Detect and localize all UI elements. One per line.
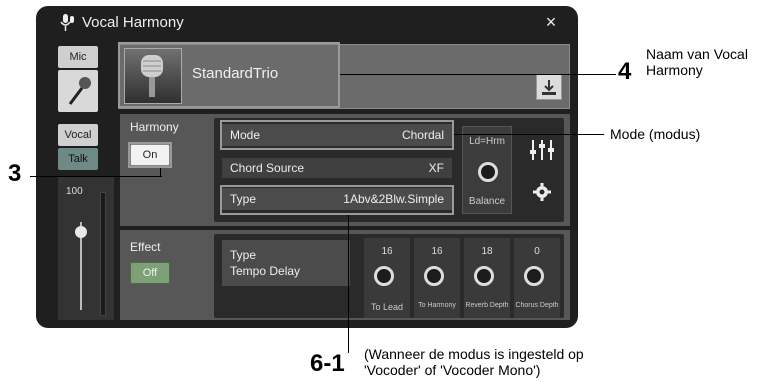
annotation-text-6-1-line1: (Wanneer de modus is ingesteld op (364, 346, 584, 362)
chord-source-row[interactable]: Chord Source XF (222, 158, 452, 178)
callout-box-4 (118, 42, 340, 108)
annotation-number-4: 4 (618, 58, 632, 85)
mic-tab[interactable]: Mic (58, 46, 98, 68)
to-harmony-value: 16 (431, 246, 443, 257)
window-title: Vocal Harmony (82, 14, 184, 31)
chorus-depth-value: 0 (534, 246, 540, 257)
leader-line-3 (30, 176, 162, 177)
leader-line-3b (160, 168, 161, 176)
reverb-depth-value: 18 (481, 246, 493, 257)
effect-type-label: Type (230, 248, 257, 262)
reverb-depth-param[interactable]: 18 Reverb Depth (464, 238, 510, 318)
harmony-label: Harmony (130, 120, 179, 134)
mixer-icon[interactable] (528, 136, 556, 164)
reverb-depth-knob[interactable] (474, 266, 494, 286)
effect-label: Effect (130, 240, 161, 254)
callout-box-3 (128, 142, 172, 168)
volume-slider-knob[interactable] (75, 226, 87, 238)
gear-icon[interactable] (532, 182, 552, 202)
annotation-number-3: 3 (8, 160, 22, 187)
balance-knob[interactable] (478, 162, 498, 182)
leader-line-6-1 (348, 215, 349, 353)
to-lead-param[interactable]: 16 To Lead (364, 238, 410, 318)
effect-toggle[interactable]: Off (130, 262, 170, 284)
chord-source-label: Chord Source (230, 161, 305, 175)
annotation-text-6-1-line2: 'Vocoder' of 'Vocoder Mono') (364, 362, 541, 378)
callout-box-type (220, 185, 454, 215)
tab-talk[interactable]: Talk (58, 148, 98, 170)
effect-type-selector[interactable]: Type Tempo Delay (222, 240, 350, 286)
callout-box-mode (220, 120, 454, 150)
microphone-icon (68, 77, 91, 105)
chorus-depth-param[interactable]: 0 Chorus Depth (514, 238, 560, 318)
to-lead-label: To Lead (370, 302, 404, 312)
to-lead-knob[interactable] (374, 266, 394, 286)
mic-button[interactable] (58, 70, 98, 112)
annotation-mode-text: Mode (modus) (610, 126, 701, 142)
tab-vocal[interactable]: Vocal (58, 124, 98, 146)
save-button[interactable] (536, 74, 562, 100)
chord-source-value: XF (428, 161, 444, 175)
annotation-text-4-line1: Naam van Vocal (646, 46, 748, 62)
balance-label: Balance (468, 196, 506, 207)
effect-type-value: Tempo Delay (230, 264, 301, 278)
vocal-harmony-icon (60, 14, 74, 31)
reverb-depth-label: Reverb Depth (465, 302, 509, 309)
chorus-depth-label: Chorus Depth (515, 302, 559, 309)
to-harmony-label: To Harmony (418, 302, 456, 309)
to-lead-value: 16 (381, 246, 393, 257)
annotation-text-4-line2: Harmony (646, 62, 703, 78)
to-harmony-param[interactable]: 16 To Harmony (414, 238, 460, 318)
level-meter (100, 192, 106, 316)
leader-line-4 (340, 74, 616, 75)
balance-value: Ld=Hrm (469, 136, 505, 147)
volume-value: 100 (66, 186, 83, 197)
chorus-depth-knob[interactable] (524, 266, 544, 286)
to-harmony-knob[interactable] (424, 266, 444, 286)
leader-line-mode (454, 134, 604, 135)
close-button[interactable]: × (540, 11, 562, 33)
annotation-number-6-1: 6-1 (310, 350, 345, 377)
save-icon (542, 80, 556, 95)
